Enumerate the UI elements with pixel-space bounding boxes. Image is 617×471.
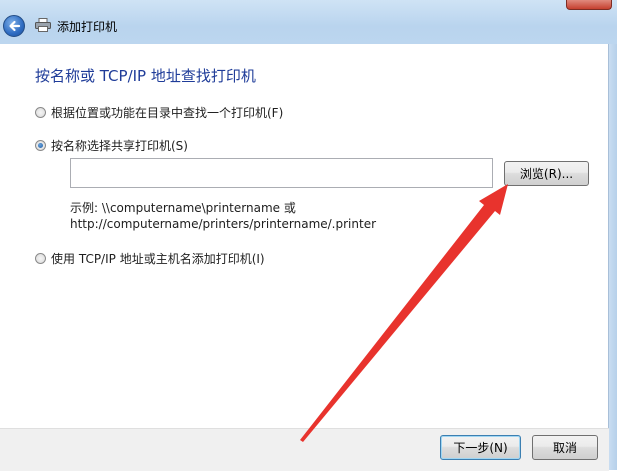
printer-icon xyxy=(35,18,51,32)
option-find-in-directory[interactable]: 根据位置或功能在目录中查找一个打印机(F) xyxy=(35,104,283,121)
radio-add-by-tcpip[interactable] xyxy=(35,253,46,264)
back-arrow-icon xyxy=(9,20,21,32)
radio-find-in-directory[interactable] xyxy=(35,107,46,118)
page-heading: 按名称或 TCP/IP 地址查找打印机 xyxy=(35,67,256,85)
radio-select-shared-by-name[interactable] xyxy=(35,140,46,151)
example-line-1: 示例: \\computername\printername 或 xyxy=(70,201,296,215)
cancel-button[interactable]: 取消 xyxy=(532,435,598,460)
option-label: 根据位置或功能在目录中查找一个打印机(F) xyxy=(51,106,284,120)
option-label: 使用 TCP/IP 地址或主机名添加打印机(I) xyxy=(51,252,265,266)
example-line-2: http://computername/printers/printername… xyxy=(70,217,377,231)
window-title: 添加打印机 xyxy=(57,20,118,34)
option-add-by-tcpip[interactable]: 使用 TCP/IP 地址或主机名添加打印机(I) xyxy=(35,250,265,267)
title-bar: 添加打印机 xyxy=(0,0,617,44)
close-button[interactable] xyxy=(566,0,612,10)
wizard-footer: 下一步(N) 取消 xyxy=(0,428,609,471)
wizard-content xyxy=(0,44,609,428)
window-frame-right xyxy=(609,44,617,470)
option-label: 按名称选择共享打印机(S) xyxy=(51,139,188,153)
printer-path-input[interactable] xyxy=(70,158,493,188)
browse-button[interactable]: 浏览(R)... xyxy=(504,161,589,186)
option-select-shared-by-name[interactable]: 按名称选择共享打印机(S) xyxy=(35,137,188,154)
next-button[interactable]: 下一步(N) xyxy=(440,435,521,460)
back-button[interactable] xyxy=(3,15,25,37)
path-example: 示例: \\computername\printername 或 http://… xyxy=(70,200,376,232)
